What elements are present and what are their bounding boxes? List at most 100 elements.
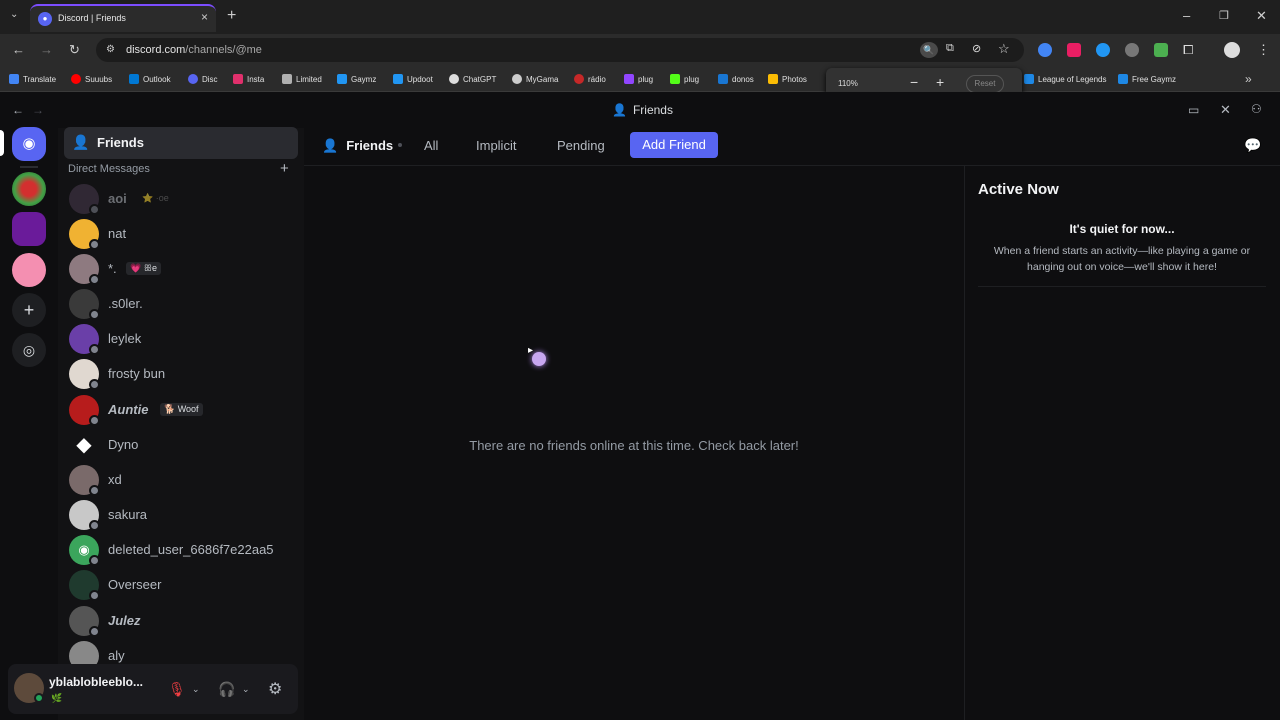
discord-home-icon[interactable]: ◉ bbox=[12, 127, 46, 161]
reload-icon[interactable]: ↻ bbox=[69, 42, 80, 58]
close-window-icon[interactable]: ✕ bbox=[1256, 8, 1267, 24]
extension-icon[interactable] bbox=[1096, 43, 1110, 57]
window-title-text: Friends bbox=[632, 103, 673, 117]
tab-implicit[interactable]: Implicit bbox=[476, 138, 516, 153]
bookmark[interactable]: Disc bbox=[188, 74, 218, 84]
dm-item[interactable]: leylek bbox=[66, 323, 298, 357]
tab-pending[interactable]: Pending bbox=[557, 138, 605, 153]
close-tab-icon[interactable]: × bbox=[201, 10, 208, 24]
dm-item[interactable]: aoi ⭐ ·oe bbox=[66, 183, 298, 217]
extensions-puzzle-icon[interactable]: ⧠ bbox=[1183, 42, 1193, 58]
back-icon[interactable]: ← bbox=[12, 42, 25, 57]
profile-avatar-icon[interactable] bbox=[1224, 42, 1240, 58]
username[interactable]: yblabloblееblo... bbox=[49, 675, 143, 689]
dm-item[interactable]: ◆ Dyno bbox=[66, 429, 298, 463]
dm-item[interactable]: Auntie 🐕 Woof bbox=[66, 394, 298, 428]
bookmark[interactable]: Insta bbox=[233, 74, 264, 84]
dm-item[interactable]: nat bbox=[66, 218, 298, 252]
active-now-quiet: It's quiet for now... bbox=[1069, 222, 1175, 236]
bookmark[interactable]: Photos bbox=[768, 74, 807, 84]
add-server-icon[interactable]: + bbox=[12, 293, 46, 327]
bookmark[interactable]: donos bbox=[718, 74, 754, 84]
dm-name: *. bbox=[108, 261, 117, 276]
browser-menu-icon[interactable]: ⋮ bbox=[1257, 42, 1270, 58]
bookmark[interactable]: plug bbox=[624, 74, 653, 84]
bookmark[interactable]: plug bbox=[670, 74, 699, 84]
friends-icon: 👤 bbox=[72, 134, 90, 150]
dm-name: sakura bbox=[108, 507, 148, 522]
tab-list-icon[interactable]: ⌄ bbox=[10, 9, 18, 20]
dm-item[interactable]: xd bbox=[66, 464, 298, 498]
extension-icon[interactable] bbox=[1154, 43, 1168, 57]
extension-icon[interactable] bbox=[1067, 43, 1081, 57]
dm-name: aoi bbox=[108, 191, 127, 206]
bookmark[interactable]: Gaymz bbox=[337, 74, 376, 84]
browser-tab[interactable]: ● Discord | Friends × bbox=[30, 4, 216, 32]
new-tab-icon[interactable]: + bbox=[227, 7, 236, 25]
bookmark[interactable]: MyGama bbox=[512, 74, 558, 84]
dm-item[interactable]: *. 💗 ꕥe bbox=[66, 253, 298, 287]
bookmark-star-icon[interactable]: ☆ bbox=[998, 41, 1010, 57]
extension-icon[interactable] bbox=[1125, 43, 1139, 57]
dm-item[interactable]: Overseer bbox=[66, 569, 298, 603]
install-app-icon[interactable]: ⧉ bbox=[946, 42, 954, 55]
bookmark[interactable]: Updoot bbox=[393, 74, 433, 84]
friends-header bbox=[304, 128, 1280, 166]
dm-item[interactable]: frosty bun bbox=[66, 358, 298, 392]
bookmark[interactable]: Limited bbox=[282, 74, 322, 84]
server-icon[interactable] bbox=[12, 172, 46, 206]
minimize-icon[interactable]: – bbox=[1183, 8, 1190, 23]
status-dot bbox=[89, 204, 100, 215]
status-dot bbox=[89, 590, 100, 601]
inbox-icon[interactable]: ▭ bbox=[1188, 103, 1199, 117]
bookmark[interactable]: ChatGPT bbox=[449, 74, 496, 84]
new-group-dm-icon[interactable]: 💬 bbox=[1244, 137, 1261, 154]
add-friend-button[interactable]: Add Friend bbox=[630, 132, 718, 158]
bookmark[interactable]: Free Gaymz bbox=[1118, 74, 1176, 84]
chevron-down-icon[interactable]: ⌄ bbox=[242, 684, 250, 695]
bookmark[interactable]: rádio bbox=[574, 74, 606, 84]
help-icon[interactable]: ⚇ bbox=[1251, 102, 1262, 116]
forward-icon[interactable]: → bbox=[32, 103, 44, 117]
server-icon[interactable] bbox=[12, 212, 46, 246]
zoom-in-icon[interactable]: + bbox=[936, 74, 944, 90]
dm-item[interactable]: ◉ deleted_user_6686f7e22aa5 bbox=[66, 534, 298, 568]
tab-all[interactable]: All bbox=[424, 138, 438, 153]
status-dot bbox=[89, 379, 100, 390]
restore-icon[interactable]: ❐ bbox=[1219, 9, 1229, 22]
eye-off-icon[interactable]: ⊘ bbox=[972, 42, 981, 55]
status-dot bbox=[89, 344, 100, 355]
online-status-dot bbox=[34, 693, 44, 703]
bookmark[interactable]: Translate bbox=[9, 74, 56, 84]
bookmark[interactable]: Outlook bbox=[129, 74, 171, 84]
mute-mic-icon[interactable]: 🎙 bbox=[168, 681, 186, 698]
discover-icon[interactable]: ◎ bbox=[12, 333, 46, 367]
forward-icon[interactable]: → bbox=[40, 42, 53, 57]
create-dm-icon[interactable]: + bbox=[280, 160, 289, 177]
chevron-down-icon[interactable]: ⌄ bbox=[192, 684, 200, 695]
discord-window-title: 👤 Friends bbox=[612, 103, 673, 117]
zoom-icon[interactable]: 🔍 bbox=[920, 42, 938, 58]
headphones-icon[interactable]: 🎧 bbox=[218, 681, 235, 698]
dm-name: nat bbox=[108, 226, 127, 241]
active-indicator bbox=[0, 130, 4, 156]
dm-item[interactable]: Julez bbox=[66, 605, 298, 639]
zoom-out-icon[interactable]: − bbox=[910, 74, 918, 90]
dm-item[interactable]: .s0ler. bbox=[66, 288, 298, 322]
sidebar-item-friends[interactable]: 👤 Friends bbox=[64, 127, 298, 159]
settings-gear-icon[interactable]: ⚙ bbox=[268, 679, 282, 699]
back-icon[interactable]: ← bbox=[12, 103, 24, 117]
bookmarks-overflow-icon[interactable]: » bbox=[1245, 72, 1252, 86]
zoom-reset-button[interactable]: Reset bbox=[966, 75, 1004, 93]
server-separator bbox=[20, 166, 38, 168]
extension-icon[interactable] bbox=[1038, 43, 1052, 57]
dm-item[interactable]: sakura bbox=[66, 499, 298, 533]
bookmark[interactable]: Suuubs bbox=[71, 74, 112, 84]
site-info-icon[interactable]: ⚙ bbox=[106, 44, 115, 55]
server-icon[interactable] bbox=[12, 253, 46, 287]
dm-name: leylek bbox=[108, 331, 142, 346]
tools-icon[interactable]: ✕ bbox=[1220, 102, 1231, 118]
url-text[interactable]: discord.com/channels/@me bbox=[126, 44, 262, 56]
bookmark[interactable]: League of Legends bbox=[1024, 74, 1107, 84]
dm-name: Auntie bbox=[108, 402, 149, 417]
